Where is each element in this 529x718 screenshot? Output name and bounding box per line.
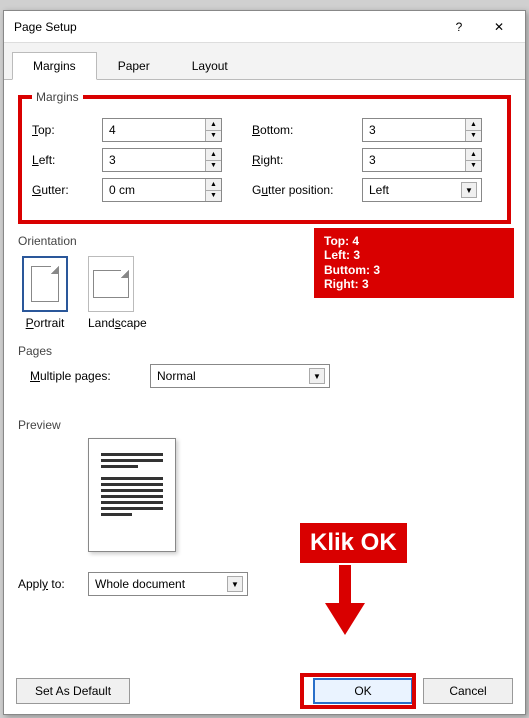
left-spinner[interactable]: ▲▼ (102, 148, 222, 172)
multiple-pages-select[interactable]: Normal ▼ (150, 364, 330, 388)
spin-down-icon[interactable]: ▼ (205, 131, 221, 142)
chevron-down-icon: ▼ (227, 576, 243, 592)
bottom-spinner[interactable]: ▲▼ (362, 118, 482, 142)
multiple-pages-value: Normal (157, 369, 196, 383)
bottom-label: Bottom: (252, 123, 362, 137)
spin-down-icon[interactable]: ▼ (205, 191, 221, 202)
gutter-pos-value: Left (369, 183, 389, 197)
orientation-landscape[interactable]: Landscape (88, 256, 147, 330)
multiple-pages-label: Multiple pages: (30, 369, 150, 383)
orientation-portrait[interactable]: Portrait (22, 256, 68, 330)
right-input[interactable] (362, 148, 482, 172)
ok-button[interactable]: OK (313, 678, 413, 704)
margins-legend: Margins (32, 90, 83, 104)
close-icon: ✕ (494, 20, 504, 34)
tab-layout[interactable]: Layout (171, 52, 249, 80)
bottom-input[interactable] (362, 118, 482, 142)
close-button[interactable]: ✕ (479, 14, 519, 40)
set-default-button[interactable]: Set As Default (16, 678, 130, 704)
spin-up-icon[interactable]: ▲ (205, 149, 221, 161)
preview-legend: Preview (18, 418, 511, 432)
preview-page-icon (88, 438, 176, 552)
tab-margins[interactable]: Margins (12, 52, 97, 80)
annotation-klik-ok: Klik OK (300, 523, 407, 563)
gutter-spinner[interactable]: ▲▼ (102, 178, 222, 202)
dialog-title: Page Setup (14, 20, 439, 34)
help-button[interactable]: ? (439, 14, 479, 40)
landscape-label: Landscape (88, 316, 147, 330)
tab-paper[interactable]: Paper (97, 52, 171, 80)
portrait-label: Portrait (22, 316, 68, 330)
margins-group: Margins Top: ▲▼ Bottom: ▲▼ Left: ▲▼ (18, 90, 511, 224)
spin-up-icon[interactable]: ▲ (465, 119, 481, 131)
spin-down-icon[interactable]: ▼ (205, 161, 221, 172)
apply-to-value: Whole document (95, 577, 185, 591)
left-input[interactable] (102, 148, 222, 172)
top-label: Top: (32, 123, 102, 137)
annotation-arrow-icon (325, 565, 365, 635)
right-spinner[interactable]: ▲▼ (362, 148, 482, 172)
right-label: Right: (252, 153, 362, 167)
apply-to-label: Apply to: (18, 577, 88, 591)
gutter-input[interactable] (102, 178, 222, 202)
dialog-content: Margins Top: ▲▼ Bottom: ▲▼ Left: ▲▼ (4, 80, 525, 606)
chevron-down-icon: ▼ (309, 368, 325, 384)
pages-legend: Pages (18, 344, 511, 358)
top-spinner[interactable]: ▲▼ (102, 118, 222, 142)
page-setup-dialog: Page Setup ? ✕ Margins Paper Layout Marg… (3, 10, 526, 715)
help-icon: ? (456, 20, 463, 34)
dialog-button-row: Set As Default OK Cancel (16, 678, 513, 704)
landscape-page-icon (93, 270, 129, 298)
spin-down-icon[interactable]: ▼ (465, 161, 481, 172)
preview-area (18, 438, 511, 552)
tabstrip: Margins Paper Layout (4, 43, 525, 80)
gutter-pos-select[interactable]: Left ▼ (362, 178, 482, 202)
apply-to-select[interactable]: Whole document ▼ (88, 572, 248, 596)
gutter-pos-label: Gutter position: (252, 183, 362, 197)
left-label: Left: (32, 153, 102, 167)
spin-down-icon[interactable]: ▼ (465, 131, 481, 142)
chevron-down-icon: ▼ (461, 182, 477, 198)
title-bar: Page Setup ? ✕ (4, 11, 525, 43)
portrait-page-icon (31, 266, 59, 302)
gutter-label: Gutter: (32, 183, 102, 197)
spin-up-icon[interactable]: ▲ (205, 179, 221, 191)
top-input[interactable] (102, 118, 222, 142)
cancel-button[interactable]: Cancel (423, 678, 513, 704)
spin-up-icon[interactable]: ▲ (465, 149, 481, 161)
spin-up-icon[interactable]: ▲ (205, 119, 221, 131)
annotation-margins-box: Top: 4 Left: 3 Buttom: 3 Right: 3 (314, 228, 514, 298)
